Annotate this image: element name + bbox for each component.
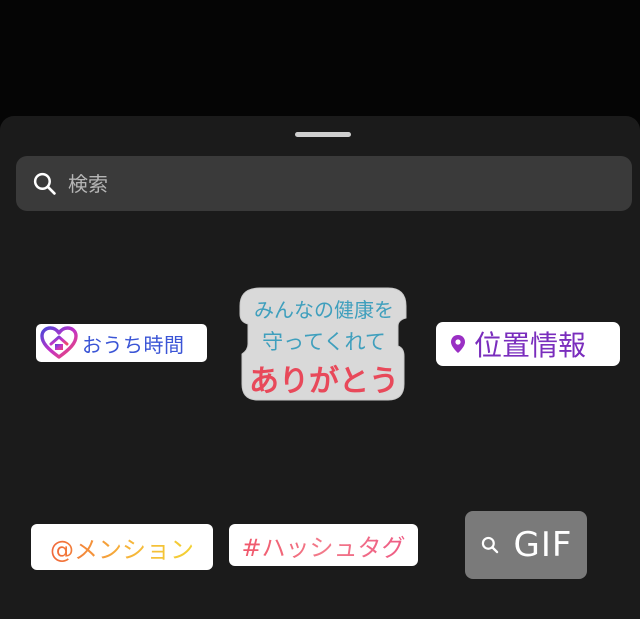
hashtag-sticker[interactable]: #ハッシュタグ (229, 524, 418, 566)
story-screen: おうち時間 みんなの健康を 守ってくれて ありがとう 位置情報 @メンション #… (0, 0, 640, 619)
gif-label: GIF (513, 525, 573, 565)
location-sticker[interactable]: 位置情報 (436, 322, 620, 366)
health-thanks-sticker[interactable]: みんなの健康を 守ってくれて ありがとう (238, 284, 410, 402)
ouchi-jikan-label: おうち時間 (82, 332, 185, 357)
mention-label: @メンション (50, 530, 194, 565)
mention-sticker[interactable]: @メンション (31, 524, 213, 570)
location-pin-icon (451, 335, 465, 353)
heart-house-icon (40, 326, 78, 359)
hashtag-label: #ハッシュタグ (241, 528, 405, 563)
search-icon (481, 536, 498, 554)
location-label: 位置情報 (474, 329, 587, 362)
search-input[interactable] (68, 156, 608, 211)
gif-sticker[interactable]: GIF (465, 511, 587, 579)
search-icon (33, 172, 56, 195)
search-bar[interactable] (16, 156, 632, 211)
ouchi-jikan-sticker[interactable]: おうち時間 (36, 324, 207, 362)
health-line-3: ありがとう (249, 364, 399, 399)
drag-handle[interactable] (295, 132, 351, 137)
health-line-2: 守ってくれて (262, 330, 386, 354)
health-line-1: みんなの健康を (254, 298, 394, 322)
sticker-tray-sheet: おうち時間 みんなの健康を 守ってくれて ありがとう 位置情報 @メンション #… (0, 116, 640, 619)
